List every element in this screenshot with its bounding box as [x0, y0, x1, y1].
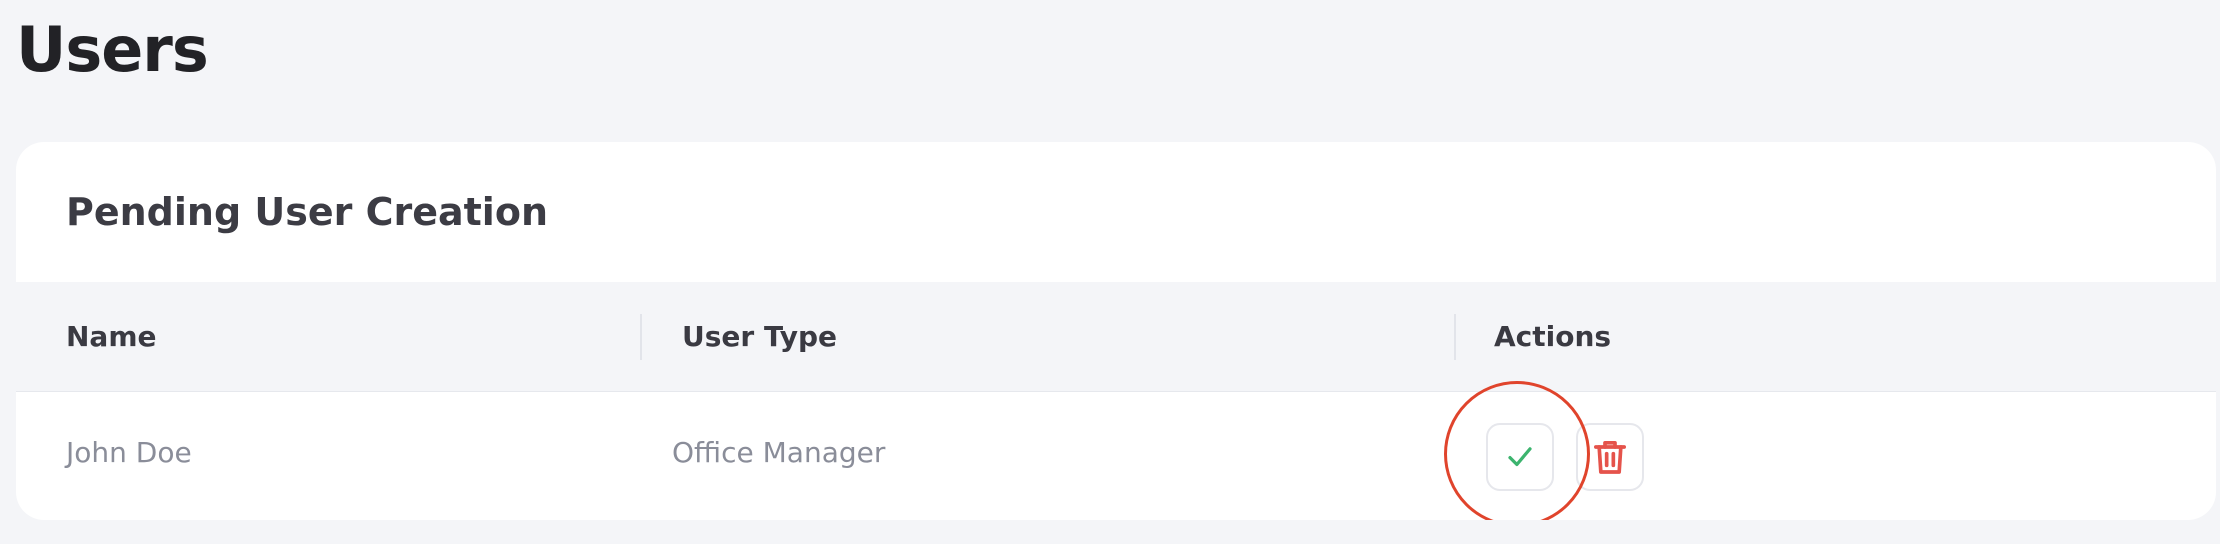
pending-user-creation-card: Pending User Creation Name User Type Act… — [16, 142, 2216, 520]
check-icon — [1508, 447, 1532, 467]
users-page: Users Pending User Creation Name User Ty… — [0, 0, 2220, 544]
cell-name: John Doe — [66, 436, 192, 469]
approve-button[interactable] — [1486, 423, 1554, 491]
delete-button[interactable] — [1576, 423, 1644, 491]
table-header: Name User Type Actions — [16, 282, 2216, 392]
card-title: Pending User Creation — [66, 190, 548, 234]
cell-user-type: Office Manager — [672, 436, 886, 469]
column-divider — [640, 314, 642, 360]
column-header-actions: Actions — [1494, 320, 1612, 353]
page-title: Users — [16, 13, 209, 86]
table-row: John Doe Office Manager — [16, 381, 2216, 520]
column-header-name: Name — [66, 320, 157, 353]
column-header-user-type: User Type — [682, 320, 838, 353]
column-divider — [1454, 314, 1456, 360]
trash-icon — [1594, 441, 1626, 474]
